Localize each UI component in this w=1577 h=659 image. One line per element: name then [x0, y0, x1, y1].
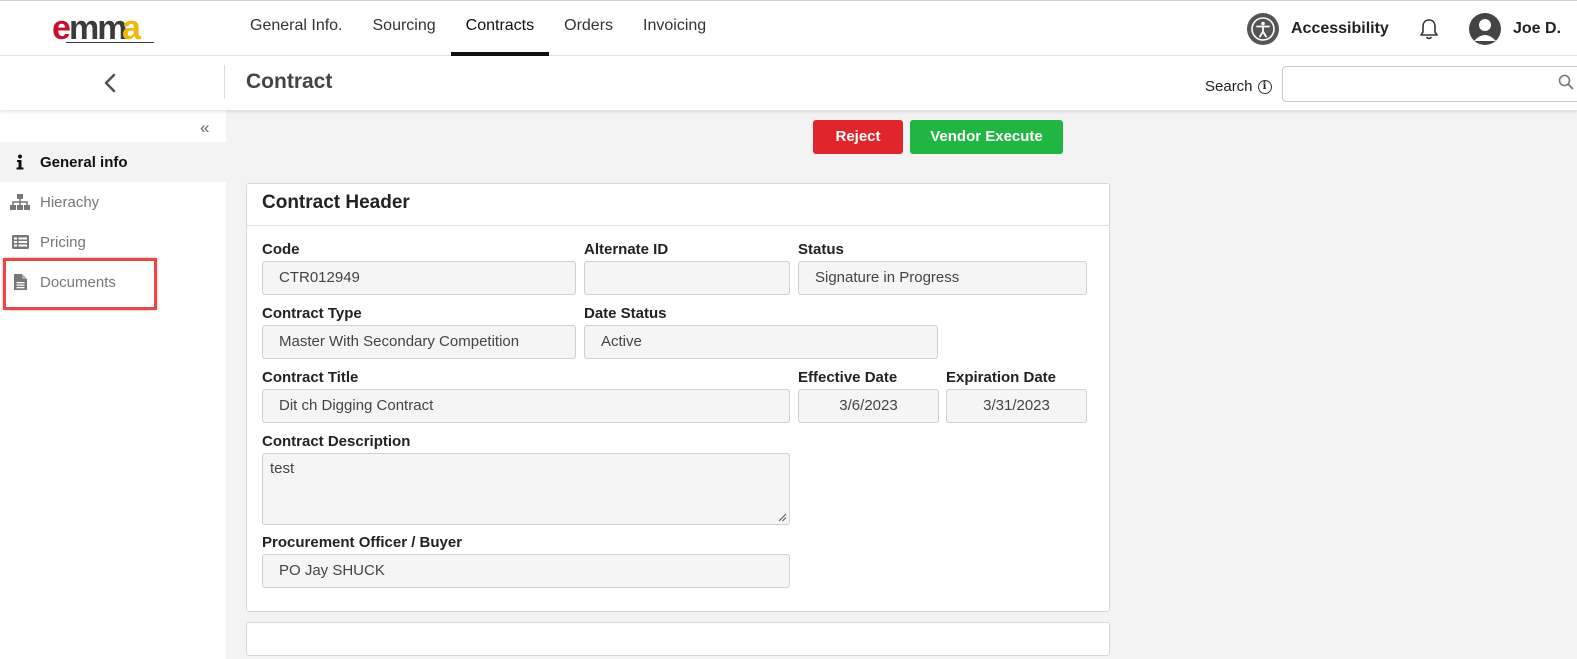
- procurement-officer-field[interactable]: PO Jay SHUCK: [262, 554, 790, 588]
- reject-button[interactable]: Reject: [813, 120, 903, 154]
- top-navigation-bar: e mm a General Info. Sourcing Contracts …: [0, 0, 1577, 56]
- search-label-text: Search: [1205, 78, 1253, 95]
- collapse-sidebar-icon[interactable]: «: [200, 118, 209, 138]
- sidebar-item-general-info[interactable]: General info: [0, 142, 226, 182]
- status-field[interactable]: Signature in Progress: [798, 261, 1087, 295]
- resize-grip-icon[interactable]: [778, 513, 787, 522]
- sidebar-item-label: Pricing: [40, 233, 86, 251]
- header-divider: [224, 65, 225, 99]
- page-title: Contract: [246, 70, 333, 93]
- expiration-date-field[interactable]: 3/31/2023: [946, 389, 1087, 423]
- contract-header-card: Contract Header Code CTR012949 Alternate…: [246, 183, 1110, 612]
- user-menu[interactable]: Joe D.: [1469, 13, 1561, 45]
- procurement-officer-label: Procurement Officer / Buyer: [262, 534, 463, 551]
- code-field[interactable]: CTR012949: [262, 261, 576, 295]
- date-status-field[interactable]: Active: [584, 325, 938, 359]
- sidebar-item-hierachy[interactable]: Hierachy: [0, 182, 226, 222]
- nav-orders[interactable]: Orders: [549, 1, 628, 56]
- notifications-bell-icon[interactable]: [1418, 17, 1440, 46]
- sidebar: « General info Hierachy Pricing Document…: [0, 110, 226, 659]
- alternate-id-field[interactable]: [584, 261, 790, 295]
- code-label: Code: [262, 241, 300, 258]
- vendor-execute-button[interactable]: Vendor Execute: [910, 120, 1063, 154]
- nav-general-info[interactable]: General Info.: [235, 1, 358, 56]
- contract-type-label: Contract Type: [262, 305, 362, 322]
- contract-description-textarea[interactable]: test: [262, 453, 790, 525]
- nav-contracts[interactable]: Contracts: [450, 1, 550, 56]
- date-status-label: Date Status: [584, 305, 667, 322]
- contract-description-text: test: [270, 460, 295, 477]
- contract-type-field[interactable]: Master With Secondary Competition: [262, 325, 576, 359]
- user-name: Joe D.: [1513, 20, 1562, 37]
- contract-title-field[interactable]: Dit ch Digging Contract: [262, 389, 790, 423]
- main-nav: General Info. Sourcing Contracts Orders …: [235, 1, 721, 56]
- page-header-bar: Contract Search i: [0, 56, 1577, 110]
- sidebar-item-label: Documents: [40, 273, 116, 291]
- search-info-icon[interactable]: i: [1257, 79, 1272, 94]
- sidebar-item-label: Hierachy: [40, 193, 100, 211]
- search-label: Search i: [1205, 78, 1272, 95]
- sidebar-item-label: General info: [40, 153, 128, 171]
- accessibility-icon: [1247, 13, 1279, 45]
- nav-invoicing[interactable]: Invoicing: [628, 1, 721, 56]
- expiration-date-label: Expiration Date: [946, 369, 1057, 386]
- nav-sourcing[interactable]: Sourcing: [358, 1, 451, 56]
- effective-date-label: Effective Date: [798, 369, 898, 386]
- sidebar-item-documents[interactable]: Documents: [0, 262, 226, 302]
- list-icon: [0, 235, 40, 249]
- search-icon[interactable]: [1558, 74, 1574, 95]
- alternate-id-label: Alternate ID: [584, 241, 669, 258]
- contract-description-label: Contract Description: [262, 433, 411, 450]
- info-icon: [0, 154, 40, 170]
- contract-title-label: Contract Title: [262, 369, 359, 386]
- avatar-icon: [1469, 13, 1501, 45]
- accessibility-label: Accessibility: [1291, 20, 1389, 37]
- status-label: Status: [798, 241, 844, 258]
- accessibility-button[interactable]: Accessibility: [1247, 13, 1389, 45]
- card-title: Contract Header: [262, 192, 410, 213]
- sidebar-item-pricing[interactable]: Pricing: [0, 222, 226, 262]
- hierarchy-icon: [0, 194, 40, 210]
- next-section-card: [246, 622, 1110, 656]
- emma-logo[interactable]: e mm a: [52, 12, 170, 46]
- card-divider: [247, 225, 1109, 226]
- effective-date-field[interactable]: 3/6/2023: [798, 389, 939, 423]
- search-input[interactable]: [1282, 66, 1577, 102]
- back-chevron-icon[interactable]: [98, 70, 124, 96]
- document-icon: [0, 274, 40, 290]
